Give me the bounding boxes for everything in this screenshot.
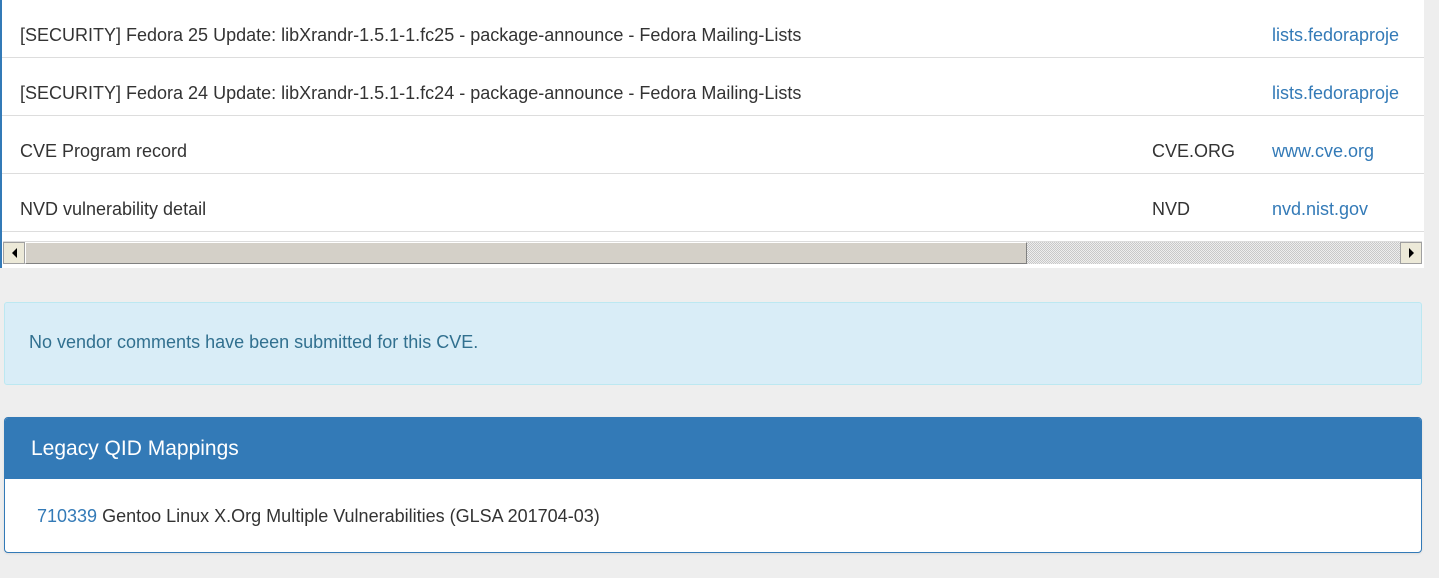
reference-title: [SECURITY] Fedora 24 Update: libXrandr-1…	[20, 83, 802, 103]
reference-link[interactable]: www.cve.org	[1272, 116, 1424, 173]
vendor-comments-message: No vendor comments have been submitted f…	[29, 332, 479, 352]
reference-title: CVE Program record	[20, 141, 188, 161]
horizontal-scrollbar[interactable]	[3, 241, 1422, 264]
references-table: [SECURITY] Fedora 25 Update: libXrandr-1…	[2, 0, 1424, 232]
arrow-left-icon	[11, 248, 17, 258]
reference-link[interactable]: lists.fedoraproje	[1272, 0, 1424, 57]
panel-body: 710339 Gentoo Linux X.Org Multiple Vulne…	[5, 479, 1421, 552]
qid-description: Gentoo Linux X.Org Multiple Vulnerabilit…	[102, 506, 600, 526]
vendor-comments-alert: No vendor comments have been submitted f…	[4, 302, 1422, 385]
reference-link[interactable]: lists.fedoraproje	[1272, 58, 1424, 115]
reference-title: [SECURITY] Fedora 25 Update: libXrandr-1…	[20, 25, 802, 45]
reference-source	[1152, 0, 1262, 57]
scroll-left-button[interactable]	[3, 242, 25, 264]
reference-source	[1152, 58, 1262, 115]
arrow-right-icon	[1408, 248, 1414, 258]
reference-title: NVD vulnerability detail	[20, 199, 207, 219]
reference-source: CVE.ORG	[1152, 141, 1236, 161]
reference-source: NVD	[1152, 199, 1191, 219]
table-row: CVE Program record CVE.ORG www.cve.org	[2, 116, 1424, 174]
references-panel: [SECURITY] Fedora 25 Update: libXrandr-1…	[0, 0, 1424, 268]
scrollbar-thumb[interactable]	[25, 242, 1027, 264]
list-item: 710339 Gentoo Linux X.Org Multiple Vulne…	[37, 479, 1421, 552]
qid-link[interactable]: 710339	[37, 506, 97, 526]
scroll-right-button[interactable]	[1400, 242, 1422, 264]
table-row: NVD vulnerability detail NVD nvd.nist.go…	[2, 174, 1424, 232]
panel-heading: Legacy QID Mappings	[5, 418, 1421, 479]
table-row: [SECURITY] Fedora 24 Update: libXrandr-1…	[2, 58, 1424, 116]
panel-title: Legacy QID Mappings	[31, 437, 239, 460]
reference-link[interactable]: nvd.nist.gov	[1272, 174, 1424, 231]
legacy-qid-panel: Legacy QID Mappings 710339 Gentoo Linux …	[4, 417, 1422, 553]
table-row: [SECURITY] Fedora 25 Update: libXrandr-1…	[2, 0, 1424, 58]
